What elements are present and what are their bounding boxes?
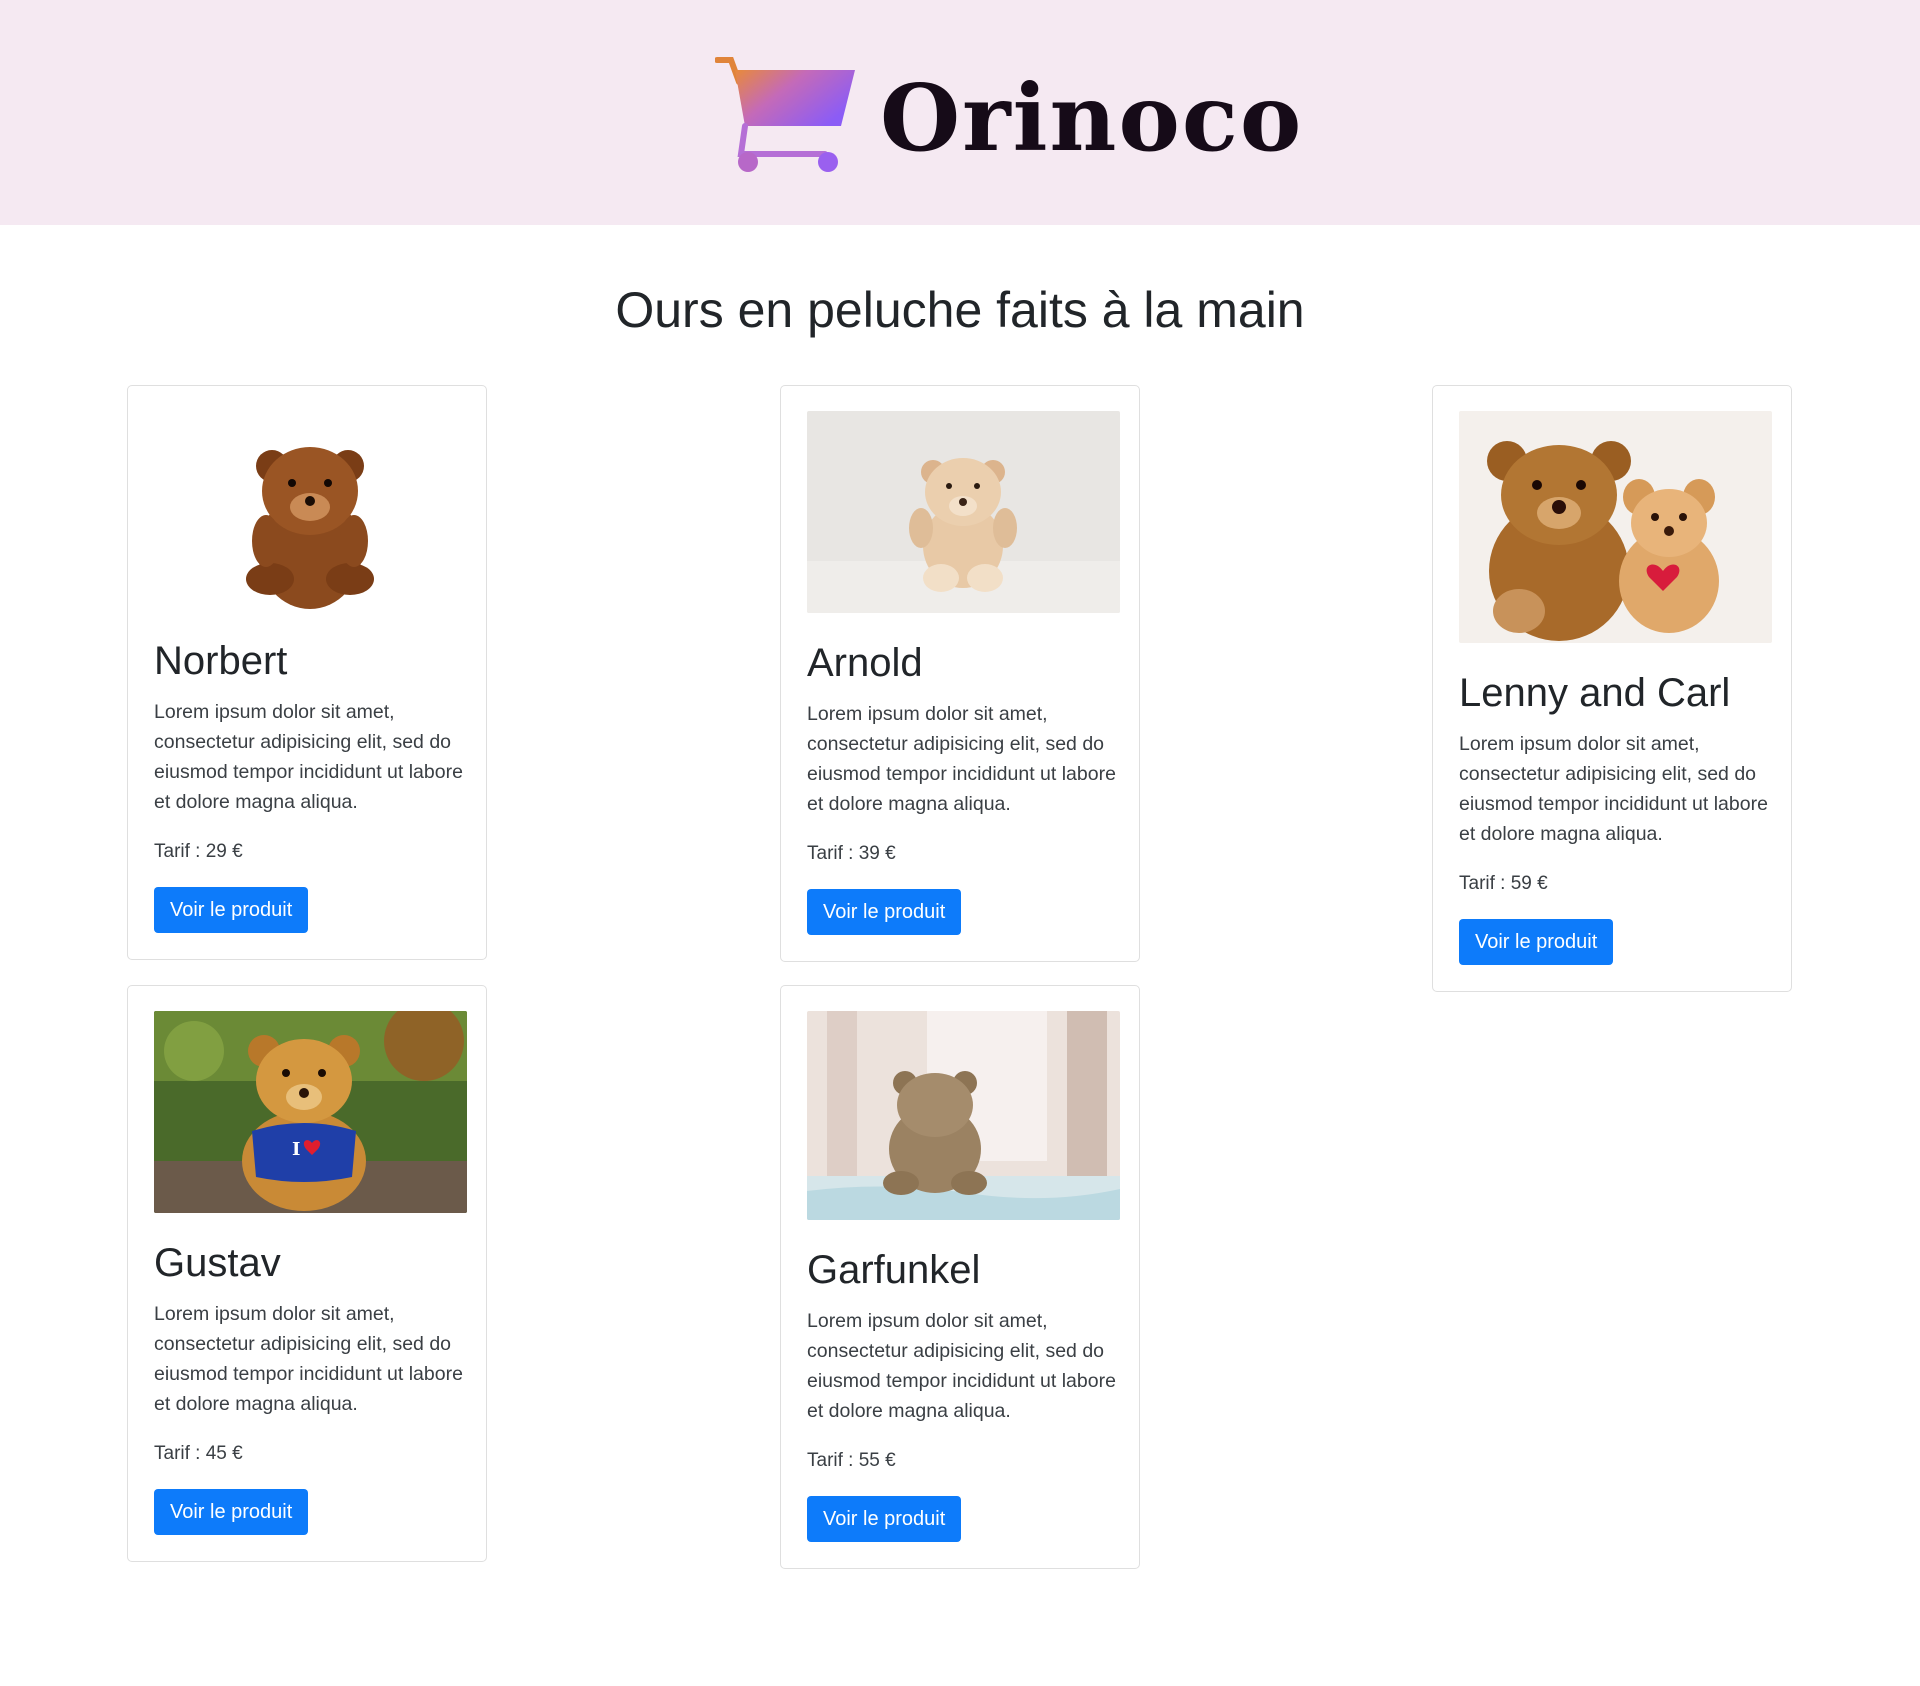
product-image[interactable]: [807, 1011, 1120, 1220]
product-name: Norbert: [154, 639, 288, 683]
price-currency: €: [232, 841, 243, 862]
product-price: Tarif : 39 €: [807, 839, 1113, 869]
product-image[interactable]: [1459, 411, 1772, 643]
price-label: Tarif :: [154, 1443, 201, 1464]
product-image[interactable]: [807, 411, 1120, 613]
product-description: Lorem ipsum dolor sit amet, consectetur …: [807, 703, 1116, 815]
price-label: Tarif :: [154, 841, 201, 862]
view-product-button[interactable]: Voir le produit: [154, 1489, 309, 1535]
price-label: Tarif :: [807, 843, 854, 864]
price-currency: €: [232, 1443, 243, 1464]
product-name: Lenny and Carl: [1459, 671, 1731, 715]
product-card: Garfunkel Lorem ipsum dolor sit amet, co…: [780, 985, 1140, 1569]
svg-text:I: I: [292, 1139, 300, 1160]
product-card: Lenny and Carl Lorem ipsum dolor sit ame…: [1432, 385, 1792, 992]
site-logo-text[interactable]: Orinoco: [880, 58, 1303, 178]
price-currency: €: [1537, 873, 1548, 894]
product-card: Arnold Lorem ipsum dolor sit amet, conse…: [780, 385, 1140, 962]
product-name: Garfunkel: [807, 1248, 981, 1292]
product-price: Tarif : 55 €: [807, 1446, 1113, 1476]
view-product-button[interactable]: Voir le produit: [807, 889, 962, 935]
price-currency: €: [885, 1450, 896, 1471]
product-card: I Gustav Lorem ipsum dolor sit amet, con…: [127, 985, 487, 1562]
product-name: Arnold: [807, 641, 923, 685]
view-product-button[interactable]: Voir le produit: [1459, 919, 1614, 965]
product-description: Lorem ipsum dolor sit amet, consectetur …: [1459, 733, 1768, 845]
product-description: Lorem ipsum dolor sit amet, consectetur …: [807, 1310, 1116, 1422]
shopping-cart-icon[interactable]: [714, 56, 855, 176]
price-label: Tarif :: [807, 1450, 854, 1471]
product-price: Tarif : 45 €: [154, 1439, 460, 1469]
product-image[interactable]: I: [154, 1011, 467, 1213]
product-price: Tarif : 59 €: [1459, 869, 1765, 899]
price-value: 55: [858, 1450, 880, 1471]
site-header: Orinoco: [0, 0, 1920, 225]
product-price: Tarif : 29 €: [154, 837, 460, 867]
price-value: 39: [858, 843, 880, 864]
price-label: Tarif :: [1459, 873, 1506, 894]
page-title: Ours en peluche faits à la main: [615, 282, 1305, 338]
price-currency: €: [885, 843, 896, 864]
price-value: 59: [1510, 873, 1532, 894]
product-card: Norbert Lorem ipsum dolor sit amet, cons…: [127, 385, 487, 960]
product-name: Gustav: [154, 1241, 281, 1285]
price-value: 29: [205, 841, 227, 862]
view-product-button[interactable]: Voir le produit: [154, 887, 309, 933]
product-description: Lorem ipsum dolor sit amet, consectetur …: [154, 1303, 463, 1415]
product-description: Lorem ipsum dolor sit amet, consectetur …: [154, 701, 463, 813]
product-image[interactable]: [154, 411, 467, 611]
price-value: 45: [205, 1443, 227, 1464]
view-product-button[interactable]: Voir le produit: [807, 1496, 962, 1542]
